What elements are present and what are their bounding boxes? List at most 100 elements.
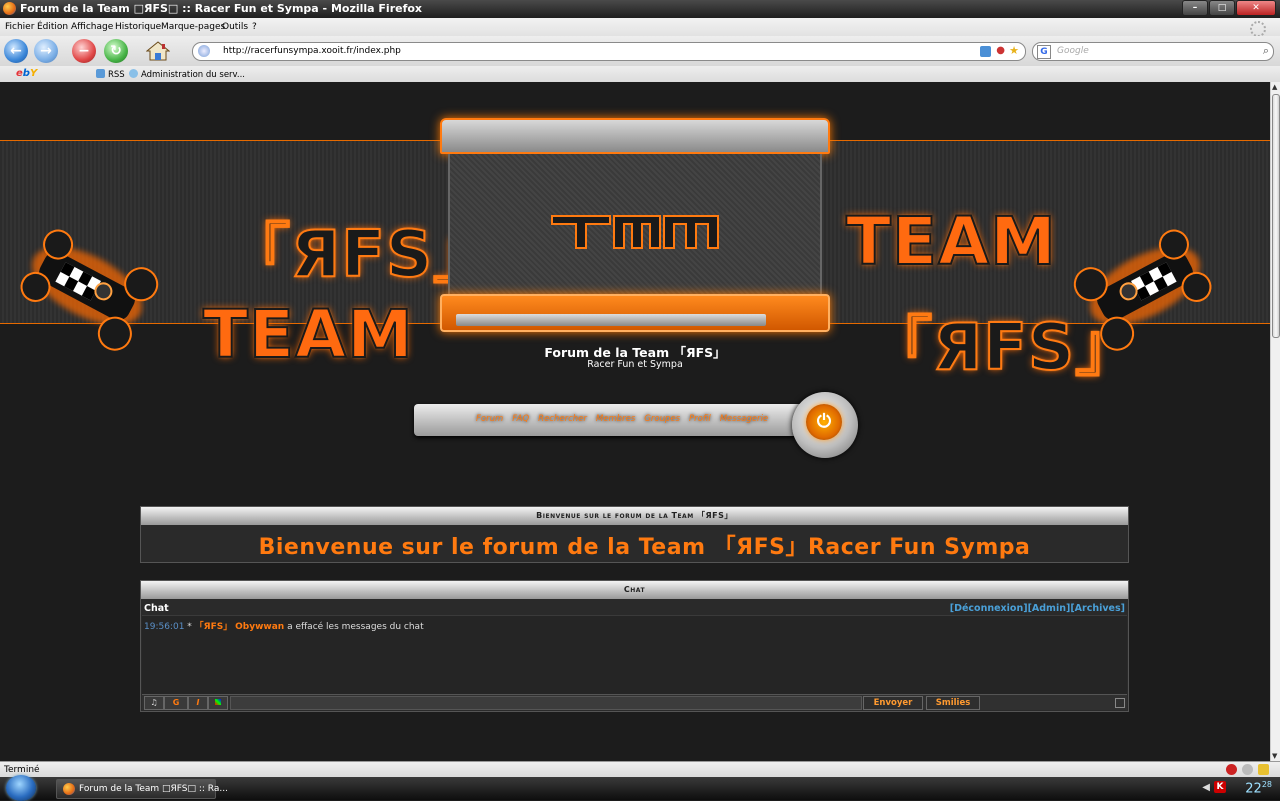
search-icon[interactable]: ⌕ [1263, 44, 1269, 58]
menu-bar: Fichier Édition Affichage Historique Mar… [0, 18, 1280, 36]
nav-link-profil[interactable]: Profil [689, 414, 711, 424]
status-bar: Terminé [0, 761, 1280, 778]
site-favicon-icon [198, 45, 210, 57]
home-icon[interactable] [146, 41, 170, 61]
login-power-button[interactable]: ⏻ [792, 392, 858, 458]
nav-link-membres[interactable]: Membres [596, 414, 635, 424]
italic-button[interactable]: I [188, 696, 208, 710]
sound-toggle-icon[interactable]: ♫ [144, 696, 164, 710]
clock-minutes: 28 [1261, 780, 1272, 789]
bookmark-star-icon[interactable]: ★ [1009, 44, 1019, 57]
history-icon[interactable] [1242, 764, 1253, 775]
stop-button[interactable]: − [72, 39, 96, 63]
nav-link-forum[interactable]: Forum [476, 414, 503, 424]
power-ring: ⏻ [806, 404, 842, 440]
center-logo-frame [440, 118, 830, 332]
resize-handle-icon[interactable] [1115, 698, 1125, 708]
frame-top-plate [440, 118, 830, 154]
firefox-icon [63, 783, 75, 795]
chat-panel-header: Chat [141, 581, 1128, 599]
chat-link-deconnexion[interactable]: [Déconnexion] [950, 603, 1028, 614]
throbber-icon [1250, 21, 1266, 37]
windows-taskbar: Forum de la Team □ЯFS□ :: Ra... ◀ K 2228 [0, 775, 1280, 801]
menu-historique[interactable]: Historique [115, 22, 161, 32]
forward-arrow-icon: → [40, 43, 52, 59]
banner-team-right: TEAM [845, 202, 1057, 281]
page-viewport: 「ЯFS」 TEAM TEAM 「ЯFS」 Forum de la Team 「… [0, 82, 1270, 761]
send-button[interactable]: Envoyer [863, 696, 923, 710]
nav-link-faq[interactable]: FAQ [512, 414, 529, 424]
welcome-panel: Bienvenue sur le forum de la Team 「ЯFS」 … [140, 506, 1129, 563]
racing-car-image [20, 229, 159, 351]
racing-car-image [1073, 229, 1212, 351]
power-icon: ⏻ [816, 411, 832, 432]
location-pin-icon[interactable]: ● [996, 45, 1005, 56]
clock-hours: 22 [1245, 781, 1262, 797]
bold-button[interactable]: G [164, 696, 188, 710]
status-text: Terminé [4, 765, 40, 775]
clock[interactable]: 2228 [1245, 780, 1272, 796]
site-nav-links: Forum FAQ Rechercher Membres Groupes Pro… [476, 414, 768, 424]
start-button[interactable] [6, 775, 36, 801]
window-titlebar: Forum de la Team □ЯFS□ :: Racer Fun et S… [0, 0, 1280, 18]
forum-subtitle: Racer Fun et Sympa [587, 359, 683, 370]
menu-edition[interactable]: Édition [37, 22, 68, 32]
scrollbar-thumb[interactable] [1272, 94, 1280, 338]
site-navigation: Forum FAQ Rechercher Membres Groupes Pro… [414, 392, 860, 458]
address-bar[interactable]: http://racerfunsympa.xooit.fr/index.php … [192, 42, 1026, 61]
chat-message-time: 19:56:01 [144, 622, 185, 632]
search-bar[interactable]: G Google ⌕ [1032, 42, 1274, 61]
chat-link-archives[interactable]: [Archives] [1070, 603, 1125, 614]
chat-panel: Chat Chat [Déconnexion][Admin][Archives]… [140, 580, 1129, 712]
menu-outils[interactable]: Outils [222, 22, 248, 32]
chat-links: [Déconnexion][Admin][Archives] [950, 603, 1125, 614]
minimize-button[interactable]: – [1182, 0, 1208, 16]
google-engine-icon[interactable]: G [1037, 45, 1051, 59]
stop-icon: − [78, 43, 90, 59]
window-title: Forum de la Team □ЯFS□ :: Racer Fun et S… [20, 2, 423, 15]
addon-icon[interactable] [1258, 764, 1269, 775]
welcome-panel-header: Bienvenue sur le forum de la Team 「ЯFS」 [141, 507, 1128, 525]
bookmark-admin-label: Administration du serv... [141, 70, 246, 80]
adblock-icon[interactable] [1226, 764, 1237, 775]
chat-link-admin[interactable]: [Admin] [1028, 603, 1071, 614]
bookmark-ebay[interactable]: ebY [16, 68, 37, 79]
close-button[interactable]: ✕ [1236, 0, 1276, 16]
scroll-up-icon[interactable]: ▲ [1272, 83, 1277, 91]
url-text[interactable]: http://racerfunsympa.xooit.fr/index.php [223, 46, 401, 56]
menu-affichage[interactable]: Affichage [71, 22, 113, 32]
tray-expand-icon[interactable]: ◀ [1202, 782, 1210, 793]
color-picker-icon[interactable] [208, 696, 228, 710]
nav-link-rechercher[interactable]: Rechercher [538, 414, 587, 424]
chat-toolbar: ♫ G I Envoyer Smilies [142, 694, 1127, 710]
chat-label: Chat [144, 603, 169, 614]
smilies-button[interactable]: Smilies [926, 696, 980, 710]
page-scrollbar[interactable]: ▲ ▼ [1270, 82, 1280, 761]
forward-button[interactable]: → [34, 39, 58, 63]
menu-marque-pages[interactable]: Marque-pages [161, 22, 225, 32]
maximize-button[interactable]: □ [1209, 0, 1235, 16]
bookmark-rss[interactable]: RSS [96, 69, 125, 80]
rss-feed-icon[interactable] [980, 46, 991, 57]
chat-message-nick[interactable]: Obywwan [235, 622, 284, 632]
welcome-message: Bienvenue sur le forum de la Team 「ЯFS」R… [258, 535, 1031, 560]
taskbar-item-firefox[interactable]: Forum de la Team □ЯFS□ :: Ra... [56, 779, 228, 799]
chat-message-input[interactable] [230, 696, 862, 710]
frame-bottom-plate [440, 294, 830, 332]
kaspersky-icon[interactable]: K [1214, 781, 1226, 793]
menu-fichier[interactable]: Fichier [5, 22, 34, 32]
chat-message-text: a effacé les messages du chat [287, 622, 424, 632]
back-button[interactable]: ← [4, 39, 28, 63]
search-placeholder: Google [1057, 46, 1089, 56]
bookmark-admin[interactable]: Administration du serv... [129, 69, 245, 80]
reload-button[interactable]: ↻ [104, 39, 128, 63]
bookmark-rss-label: RSS [108, 70, 125, 80]
menu-help[interactable]: ? [252, 22, 257, 32]
ebay-b: b [22, 68, 30, 79]
nav-link-groupes[interactable]: Groupes [644, 414, 680, 424]
scroll-down-icon[interactable]: ▼ [1272, 752, 1277, 760]
back-arrow-icon: ← [10, 43, 22, 59]
tm-logo-icon [551, 215, 719, 249]
taskbar-item-label: Forum de la Team □ЯFS□ :: Ra... [79, 784, 228, 794]
nav-link-messagerie[interactable]: Messagerie [720, 414, 768, 424]
